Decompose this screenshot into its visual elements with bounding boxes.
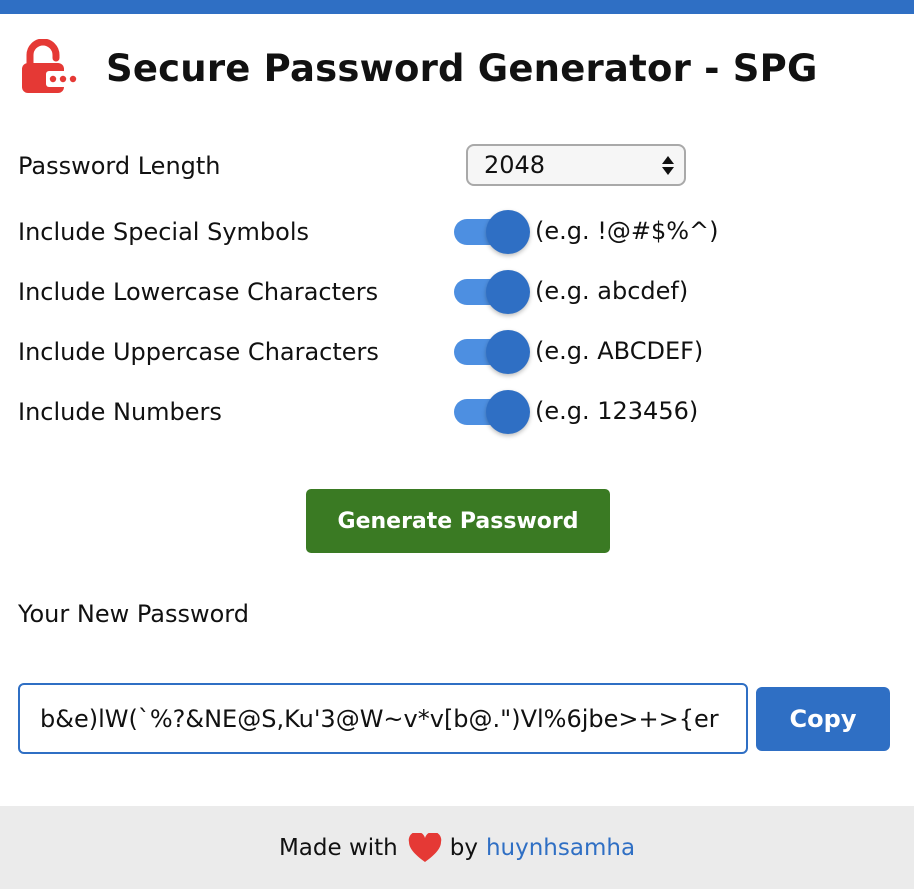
special-symbols-toggle[interactable] bbox=[454, 210, 530, 254]
password-output-text: b&e)lW(`%?&NE@S,Ku'3@W~v*v[b@.")Vl%6jbe>… bbox=[40, 704, 719, 733]
password-length-value: 2048 bbox=[484, 151, 546, 179]
toggle-knob bbox=[486, 330, 530, 374]
uppercase-toggle[interactable] bbox=[454, 330, 530, 374]
page-header: Secure Password Generator - SPG bbox=[20, 38, 818, 98]
numbers-toggle[interactable] bbox=[454, 390, 530, 434]
special-symbols-example: (e.g. !@#$%^) bbox=[535, 217, 719, 245]
footer-by: by bbox=[449, 834, 478, 861]
new-password-label: Your New Password bbox=[18, 600, 249, 628]
special-symbols-label: Include Special Symbols bbox=[18, 218, 309, 246]
numbers-example: (e.g. 123456) bbox=[535, 397, 699, 425]
uppercase-example: (e.g. ABCDEF) bbox=[535, 337, 704, 365]
select-arrows-icon bbox=[662, 155, 674, 175]
lowercase-toggle[interactable] bbox=[454, 270, 530, 314]
uppercase-label: Include Uppercase Characters bbox=[18, 338, 379, 366]
footer: Made with by huynhsamha bbox=[0, 806, 914, 889]
special-symbols-row: Include Special Symbols bbox=[18, 210, 878, 254]
top-accent-bar bbox=[0, 0, 914, 14]
lowercase-row: Include Lowercase Characters bbox=[18, 270, 878, 314]
password-length-label: Password Length bbox=[18, 152, 221, 180]
footer-made-with: Made with bbox=[278, 834, 398, 861]
numbers-row: Include Numbers bbox=[18, 390, 878, 434]
heart-icon bbox=[408, 832, 441, 862]
uppercase-row: Include Uppercase Characters bbox=[18, 330, 878, 374]
password-length-select[interactable]: 2048 bbox=[466, 144, 686, 186]
password-length-row: Password Length bbox=[18, 144, 878, 188]
lowercase-example: (e.g. abcdef) bbox=[535, 277, 689, 305]
toggle-knob bbox=[486, 270, 530, 314]
generate-password-button[interactable]: Generate Password bbox=[306, 489, 610, 553]
copy-button[interactable]: Copy bbox=[756, 687, 890, 751]
author-link[interactable]: huynhsamha bbox=[486, 835, 635, 861]
password-output-field[interactable]: b&e)lW(`%?&NE@S,Ku'3@W~v*v[b@.")Vl%6jbe>… bbox=[18, 683, 748, 754]
toggle-knob bbox=[486, 210, 530, 254]
page-title: Secure Password Generator - SPG bbox=[106, 46, 818, 90]
lowercase-label: Include Lowercase Characters bbox=[18, 278, 379, 306]
toggle-knob bbox=[486, 390, 530, 434]
numbers-label: Include Numbers bbox=[18, 398, 222, 426]
lock-icon bbox=[22, 39, 80, 93]
